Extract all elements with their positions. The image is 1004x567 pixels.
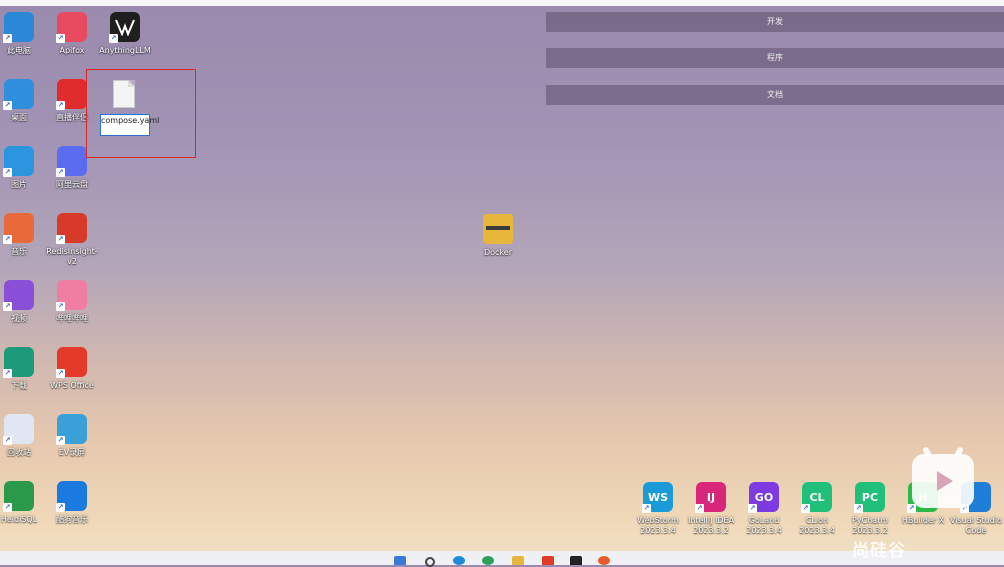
group-header-docs[interactable]: 文档 xyxy=(546,85,1004,105)
desktop-icon[interactable]: ↗ 音乐 xyxy=(0,213,47,257)
desktop-icon-label: 回收站 xyxy=(7,448,31,457)
dock-icon-abbr: CL xyxy=(809,490,825,504)
wps-icon: ↗ xyxy=(56,347,87,378)
desktop-icon-label: WPS Office xyxy=(50,381,94,390)
desktop-icon[interactable]: ↗ 酷狗音乐 xyxy=(44,481,100,525)
desktop-icon-label: Docker xyxy=(483,248,512,257)
play-button-overlay[interactable] xyxy=(912,454,974,508)
rename-input[interactable]: compose.yaml xyxy=(100,114,159,136)
music-icon: ↗ xyxy=(3,213,34,244)
desktop-icon-label: HeidiSQL xyxy=(0,515,38,524)
clion-icon: CL ↗ xyxy=(801,482,832,513)
windows-icon[interactable] xyxy=(394,556,406,565)
pycharm-icon: PC ↗ xyxy=(854,482,885,513)
play-icon xyxy=(937,471,953,491)
kugou-icon: ↗ xyxy=(56,481,87,512)
desktop-icon[interactable]: ↗ EV录屏 xyxy=(44,414,100,458)
pictures-icon: ↗ xyxy=(3,146,34,177)
desktop-icon-label: EV录屏 xyxy=(58,448,86,457)
app-icon[interactable] xyxy=(598,556,610,565)
anythingllm-icon: ↗ xyxy=(109,12,140,43)
desktop-icon[interactable]: ↗ 下载 xyxy=(0,347,47,391)
desktop-icon-label: 酷狗音乐 xyxy=(56,515,88,524)
dock-icon-label: GoLand 2023.3.4 xyxy=(746,516,782,535)
dock-icon-abbr: GO xyxy=(754,490,774,504)
dock-icon[interactable]: IJ ↗ IntelliJ IDEA 2023.3.2 xyxy=(683,482,739,536)
group-header-dev[interactable]: 开发 xyxy=(546,12,1004,32)
desktop-icon[interactable]: ↗ 哔哩哔哩 xyxy=(44,280,100,324)
heidisql-icon: ↗ xyxy=(3,481,34,512)
wps-icon[interactable] xyxy=(542,556,554,565)
chrome-icon[interactable] xyxy=(482,556,494,565)
desktop-icon[interactable]: ↗ 此电脑 xyxy=(0,12,47,56)
dock-icon[interactable]: PC ↗ PyCharm 2023.3.2 xyxy=(842,482,898,536)
apifox-icon: ↗ xyxy=(56,12,87,43)
group-header-programs[interactable]: 程序 xyxy=(546,48,1004,68)
aliyun-drive-icon: ↗ xyxy=(56,146,87,177)
dock-icon-abbr: IJ xyxy=(706,490,716,504)
dock-icon-label: WebStorm 2023.3.4 xyxy=(637,516,679,535)
edge-icon[interactable] xyxy=(453,556,465,565)
intellij-icon: IJ ↗ xyxy=(695,482,726,513)
dock-icon-label: CLion 2023.3.4 xyxy=(799,516,835,535)
dock-icon[interactable]: CL ↗ CLion 2023.3.4 xyxy=(789,482,845,536)
desktop-icon-label: 哔哩哔哩 xyxy=(56,314,88,323)
desktop-icon[interactable]: ↗ 视频 xyxy=(0,280,47,324)
desktop-icon[interactable]: ↗ 回收站 xyxy=(0,414,47,458)
desktop-icon[interactable]: ↗ 图片 xyxy=(0,146,47,190)
dock-icon-abbr: PC xyxy=(861,490,879,504)
folder-desktop-icon: ↗ xyxy=(3,79,34,110)
dock-icon[interactable]: WS ↗ WebStorm 2023.3.4 xyxy=(630,482,686,536)
desktop-icon-anythingllm[interactable]: ↗ AnythingLLM xyxy=(97,12,153,56)
desktop-icon-label: 图片 xyxy=(11,180,27,189)
desktop-icon-docker[interactable]: Docker xyxy=(470,214,526,258)
webstorm-icon: WS ↗ xyxy=(642,482,673,513)
goland-icon: GO ↗ xyxy=(748,482,779,513)
desktop-icon[interactable]: ↗ 桌面 xyxy=(0,79,47,123)
desktop-icon-label: 视频 xyxy=(11,314,27,323)
desktop-icon-label: AnythingLLM xyxy=(99,46,151,55)
dock-icon-label: IntelliJ IDEA 2023.3.2 xyxy=(687,516,735,535)
explorer-icon[interactable] xyxy=(512,556,524,565)
monitor-icon: ↗ xyxy=(3,12,34,43)
desktop-icon-label: 阿里云盘 xyxy=(56,180,88,189)
dock-icon-abbr: WS xyxy=(647,490,669,504)
top-strip xyxy=(0,0,1004,6)
desktop-icon[interactable]: ↗ Apifox xyxy=(44,12,100,56)
desktop-icon-label: 此电脑 xyxy=(7,46,31,55)
desktop-icon[interactable]: ↗ HeidiSQL xyxy=(0,481,47,525)
search-icon[interactable] xyxy=(425,557,435,567)
ev-recorder-icon: ↗ xyxy=(56,414,87,445)
video-icon: ↗ xyxy=(3,280,34,311)
recycle-bin-icon: ↗ xyxy=(3,414,34,445)
file-icon[interactable] xyxy=(113,80,135,108)
dock-icon-label: HBuilder X xyxy=(901,516,945,525)
download-icon: ↗ xyxy=(3,347,34,378)
desktop-icon-label: Apifox xyxy=(59,46,85,55)
folder-icon xyxy=(483,214,513,244)
redisinsight-icon: ↗ xyxy=(56,213,87,244)
watermark-logo: 尚硅谷 xyxy=(852,541,906,561)
bilibili-icon: ↗ xyxy=(56,280,87,311)
desktop-icon[interactable]: ↗ WPS Office xyxy=(44,347,100,391)
live-companion-icon: ↗ xyxy=(56,79,87,110)
desktop-icon[interactable]: ↗ RedisInsight-v2 xyxy=(44,213,100,267)
dock-icon-label: Visual Studio Code xyxy=(950,516,1002,535)
desktop-icon-label: 桌面 xyxy=(11,113,27,122)
dock-icon-label: PyCharm 2023.3.2 xyxy=(851,516,889,535)
terminal-icon[interactable] xyxy=(570,556,582,565)
desktop-icon-label: 下载 xyxy=(11,381,27,390)
desktop-icon-label: 音乐 xyxy=(11,247,27,256)
desktop-icon-label: RedisInsight-v2 xyxy=(46,247,98,266)
dock-icon[interactable]: GO ↗ GoLand 2023.3.4 xyxy=(736,482,792,536)
